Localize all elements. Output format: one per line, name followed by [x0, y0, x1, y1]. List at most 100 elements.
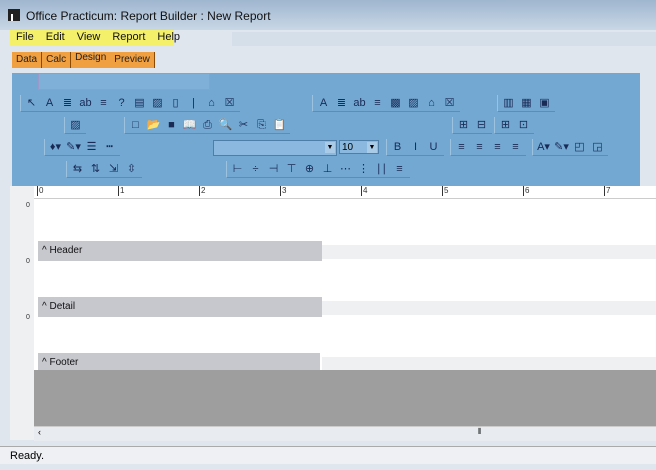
vspace-icon[interactable]: ⋮	[356, 162, 371, 177]
line-icon[interactable]: |	[186, 96, 201, 111]
align-centers-icon[interactable]: ÷	[248, 162, 263, 177]
dbtext-icon[interactable]: ≡	[96, 96, 111, 111]
send-back-icon[interactable]: ◲	[590, 140, 605, 155]
print-icon[interactable]: ⎙	[200, 118, 215, 133]
picture-icon[interactable]: ▨	[68, 118, 83, 133]
grow-icon[interactable]: ⊞	[498, 118, 513, 133]
collapse-caret-icon[interactable]: ^	[42, 245, 47, 256]
dbcalc-icon[interactable]: ▤	[132, 96, 147, 111]
ruler-label: 2	[199, 186, 206, 196]
paste-icon[interactable]: 📋	[272, 118, 287, 133]
memo-icon[interactable]: ≣	[60, 96, 75, 111]
toolbar-bands: ⊞ ⊟	[452, 117, 492, 134]
dbtext2-icon[interactable]: ≡	[370, 96, 385, 111]
save-icon[interactable]: ■	[164, 118, 179, 133]
preview-icon[interactable]: 🔍	[218, 118, 233, 133]
ruler-label: 3	[280, 186, 287, 196]
region-icon[interactable]: ⌂	[204, 96, 219, 111]
align-lefts-icon[interactable]: ⊢	[230, 162, 245, 177]
align-rights-icon[interactable]: ⊣	[266, 162, 281, 177]
align-middles-icon[interactable]: ⊕	[302, 162, 317, 177]
align-tops-icon[interactable]: ⊤	[284, 162, 299, 177]
vertical-ruler: 0 0 0	[10, 186, 34, 440]
checkbox-icon[interactable]: ☒	[222, 96, 237, 111]
shrink-icon[interactable]: ⊡	[516, 118, 531, 133]
cut-icon[interactable]: ✂	[236, 118, 251, 133]
unused-area	[34, 370, 656, 426]
tab-calc[interactable]: Calc	[42, 52, 72, 68]
toolbar-components: ↖ A ≣ ab ≡? ▤ ▨ ▯ | ⌂ ☒	[20, 95, 240, 112]
send-down-icon[interactable]: ⊟	[474, 118, 489, 133]
toolbar-font-style: BIU	[386, 139, 444, 156]
component-combo[interactable]	[38, 73, 210, 90]
horizontal-ruler: 0 1 2 3 4 5 6 7	[34, 186, 656, 199]
dblabel-icon[interactable]: A	[316, 96, 331, 111]
book-icon[interactable]: 📖	[182, 118, 197, 133]
open-icon[interactable]: 📂	[146, 118, 161, 133]
table-icon[interactable]: ▦	[519, 96, 534, 111]
band-label: Header	[49, 245, 83, 256]
window-title: Office Practicum: Report Builder : New R…	[26, 9, 271, 23]
dbmemo-icon[interactable]: ≣	[334, 96, 349, 111]
bold-icon[interactable]: B	[390, 140, 405, 155]
calc-icon[interactable]: ?	[114, 96, 129, 111]
align-center-icon[interactable]: ≡	[472, 140, 487, 155]
new-icon[interactable]: □	[128, 118, 143, 133]
menu-report[interactable]: Report	[106, 30, 151, 46]
line-thickness-icon[interactable]: ☰	[84, 140, 99, 155]
bring-front-icon[interactable]: ◰	[572, 140, 587, 155]
menu-file[interactable]: File	[10, 30, 40, 46]
vruler-label: 0	[26, 202, 30, 209]
fill-color-icon[interactable]: ♦▾	[48, 140, 63, 155]
band-header[interactable]: ^ Header	[38, 241, 322, 261]
align-bottoms-icon[interactable]: ⊥	[320, 162, 335, 177]
scroll-thumb-grip-icon[interactable]: ⦀	[478, 427, 482, 437]
copy-icon[interactable]: ⎘	[254, 118, 269, 133]
chevron-down-icon[interactable]: ▼	[325, 142, 335, 153]
label-icon[interactable]: A	[42, 96, 57, 111]
line-style-icon[interactable]: ┅	[102, 140, 117, 155]
chevron-down-icon[interactable]: ▼	[367, 142, 377, 153]
collapse-caret-icon[interactable]: ^	[42, 301, 47, 312]
subreport-icon[interactable]: ⌂	[424, 96, 439, 111]
center-vert-icon[interactable]: ≡	[392, 162, 407, 177]
space-vert-icon[interactable]: ⇅	[88, 162, 103, 177]
menu-edit[interactable]: Edit	[40, 30, 71, 46]
hspace-icon[interactable]: ⋯	[338, 162, 353, 177]
richtext-icon[interactable]: ab	[78, 96, 93, 111]
tab-preview[interactable]: Preview	[110, 52, 155, 68]
horizontal-scrollbar[interactable]: ‹ ⦀	[34, 426, 656, 441]
menu-help[interactable]: Help	[151, 30, 186, 46]
space-horz-icon[interactable]: ⇆	[70, 162, 85, 177]
font-size-select[interactable]: 10 ▼	[339, 140, 379, 154]
height-icon[interactable]: ⇳	[124, 162, 139, 177]
menu-view[interactable]: View	[71, 30, 107, 46]
scroll-left-icon[interactable]: ‹	[38, 427, 41, 437]
italic-icon[interactable]: I	[408, 140, 423, 155]
toolbar-data-components: A ≣ ab ≡ ▩ ▨ ⌂ ☒	[312, 95, 460, 112]
font-color-icon[interactable]: A▾	[536, 140, 551, 155]
dbrichtext-icon[interactable]: ab	[352, 96, 367, 111]
highlight-icon[interactable]: ✎▾	[554, 140, 569, 155]
line-color-icon[interactable]: ✎▾	[66, 140, 81, 155]
width-icon[interactable]: ⇲	[106, 162, 121, 177]
underline-icon[interactable]: U	[426, 140, 441, 155]
crosstab-icon[interactable]: ▣	[537, 96, 552, 111]
font-name-select[interactable]: ▼	[213, 140, 337, 156]
bring-up-icon[interactable]: ⊞	[456, 118, 471, 133]
select-arrow-icon[interactable]: ↖	[24, 96, 39, 111]
align-left-icon[interactable]: ≡	[454, 140, 469, 155]
chart-icon[interactable]: ▩	[388, 96, 403, 111]
tab-design[interactable]: Design	[71, 52, 110, 68]
band-detail[interactable]: ^ Detail	[38, 297, 322, 317]
image-icon[interactable]: ▨	[150, 96, 165, 111]
columns-icon[interactable]: ▥	[501, 96, 516, 111]
center-horz-icon[interactable]: ∣∣	[374, 162, 389, 177]
barcode-icon[interactable]: ▯	[168, 96, 183, 111]
dbcheckbox-icon[interactable]: ☒	[442, 96, 457, 111]
justify-icon[interactable]: ≡	[508, 140, 523, 155]
align-right-icon[interactable]: ≡	[490, 140, 505, 155]
collapse-caret-icon[interactable]: ^	[42, 357, 47, 368]
tab-data[interactable]: Data	[12, 52, 43, 68]
dbimage-icon[interactable]: ▨	[406, 96, 421, 111]
